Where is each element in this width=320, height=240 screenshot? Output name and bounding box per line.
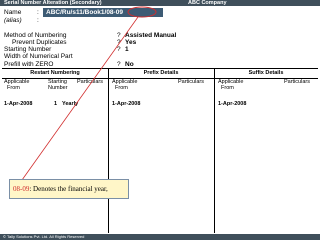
company-name: ABC Company [188, 0, 227, 6]
restart-number-value[interactable]: 1 [54, 101, 57, 107]
name-separator: : [37, 9, 39, 16]
prefix-from-value[interactable]: 1-Apr-2008 [112, 101, 140, 107]
alias-label: (alias) [4, 17, 22, 24]
name-input[interactable]: ABC/Ru/s11/Book1/08-09 [43, 8, 163, 17]
title-bar: Serial Number Alteration (Secondary) ABC… [0, 0, 320, 6]
prefix-details-header: Prefix Details [143, 70, 179, 76]
prefix-applicable-from-header: Applicable From [112, 79, 138, 91]
method-of-numbering-value[interactable]: Assisted Manual [125, 32, 176, 39]
method-of-numbering-label: Method of Numbering [4, 32, 67, 39]
row-separator: ? [117, 61, 121, 68]
alias-separator: : [37, 17, 39, 24]
suffix-from-value[interactable]: 1-Apr-2008 [218, 101, 246, 107]
table-header: Restart Numbering Prefix Details Suffix … [2, 69, 318, 79]
starting-number-value[interactable]: 1 [125, 46, 129, 53]
prefill-zero-label: Prefill with ZERO [4, 61, 54, 68]
starting-number-label: Starting Number [4, 46, 52, 53]
row-separator: ? [117, 32, 121, 39]
numbering-details-table: Restart Numbering Prefix Details Suffix … [2, 68, 318, 233]
copyright-footer: © Tally Solutions Pvt. Ltd. All Rights R… [0, 234, 320, 240]
prevent-duplicates-value[interactable]: Yes [125, 39, 136, 46]
suffix-particulars-header: Particulars [284, 79, 310, 85]
row-separator: ? [117, 39, 121, 46]
suffix-applicable-from-header: Applicable From [218, 79, 244, 91]
column-divider [108, 69, 109, 233]
callout-text: : Denotes the financial year, [29, 185, 108, 193]
restart-particulars-value[interactable]: Yearly [62, 101, 78, 107]
prefix-particulars-header: Particulars [178, 79, 204, 85]
restart-numbering-header: Restart Numbering [30, 70, 80, 76]
name-label: Name [4, 9, 22, 16]
screen-title: Serial Number Alteration (Secondary) [4, 0, 102, 6]
restart-starting-number-header: Starting Number [48, 79, 68, 91]
annotation-callout: 08-09: Denotes the financial year, [9, 179, 129, 199]
row-separator: ? [117, 46, 121, 53]
prevent-duplicates-label: Prevent Duplicates [12, 39, 67, 46]
restart-particulars-header: Particulars [77, 79, 103, 85]
column-divider [214, 69, 215, 233]
callout-highlight: 08-09 [13, 185, 30, 193]
width-numerical-part-label: Width of Numerical Part [4, 53, 73, 60]
suffix-details-header: Suffix Details [248, 70, 284, 76]
restart-applicable-from-header: Applicable From [4, 79, 30, 91]
restart-from-value[interactable]: 1-Apr-2008 [4, 101, 32, 107]
prefill-zero-value[interactable]: No [125, 61, 134, 68]
